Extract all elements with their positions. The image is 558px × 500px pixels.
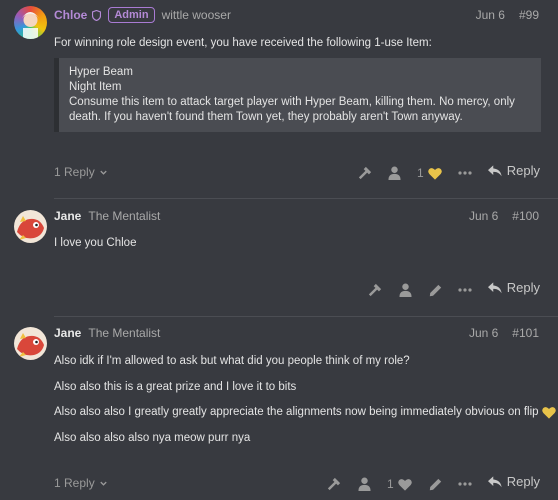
person-icon[interactable]: [385, 164, 403, 182]
person-icon[interactable]: [355, 475, 373, 493]
post-date[interactable]: Jun 6: [476, 8, 505, 22]
quote-item-description: Consume this item to attack target playe…: [69, 96, 515, 123]
post-actions: Reply: [0, 278, 558, 302]
post-number[interactable]: #99: [519, 8, 539, 22]
replies-toggle[interactable]: 1 Reply: [54, 165, 108, 179]
post-meta: Chloe Admin wittle wooser: [54, 5, 231, 25]
post-paragraph: Also idk if I'm allowed to ask but what …: [54, 355, 410, 367]
avatar[interactable]: [14, 327, 47, 360]
post-paragraph: Also also this is a great prize and I lo…: [54, 381, 297, 393]
avatar[interactable]: [14, 210, 47, 243]
hammer-icon[interactable]: [366, 281, 384, 299]
hammer-icon[interactable]: [356, 164, 374, 182]
post-paragraph: Also also also also nya meow purr nya: [54, 432, 251, 444]
pencil-icon[interactable]: [426, 475, 444, 493]
post-paragraph: I love you Chloe: [54, 237, 137, 249]
heart-icon[interactable]: [396, 475, 414, 493]
post-date[interactable]: Jun 6: [469, 209, 498, 223]
post-date-number: Jun 6 #100: [469, 206, 539, 226]
avatar[interactable]: [14, 6, 47, 39]
like-count[interactable]: 1: [387, 477, 394, 491]
ellipsis-icon[interactable]: [456, 281, 474, 299]
post-101: Jane The Mentalist Jun 6 #101 Also idk i…: [0, 317, 558, 500]
username[interactable]: Jane: [54, 326, 81, 340]
heart-icon: [541, 406, 556, 419]
ellipsis-icon[interactable]: [456, 475, 474, 493]
post-number[interactable]: #100: [512, 209, 539, 223]
post-100: Jane The Mentalist Jun 6 #100 I love you…: [0, 200, 558, 317]
post-intro: For winning role design event, you have …: [54, 37, 432, 49]
shield-icon: [92, 9, 102, 21]
user-title: The Mentalist: [88, 209, 161, 223]
post-number[interactable]: #101: [512, 326, 539, 340]
post-meta: Jane The Mentalist: [54, 206, 160, 226]
chevron-down-icon: [99, 479, 108, 488]
hammer-icon[interactable]: [325, 475, 343, 493]
reply-label: Reply: [506, 163, 540, 178]
reply-button[interactable]: Reply: [487, 474, 540, 489]
replies-toggle[interactable]: 1 Reply: [54, 476, 108, 490]
admin-badge[interactable]: Admin: [108, 7, 155, 23]
username[interactable]: Jane: [54, 209, 81, 223]
quote-item-type: Night Item: [69, 81, 122, 93]
post-date[interactable]: Jun 6: [469, 326, 498, 340]
replies-count: 1 Reply: [54, 165, 95, 179]
user-title: wittle wooser: [161, 8, 231, 22]
user-title: The Mentalist: [88, 326, 161, 340]
reply-label: Reply: [506, 474, 540, 489]
reply-button[interactable]: Reply: [487, 280, 540, 295]
post-divider: [54, 198, 558, 199]
replies-count: 1 Reply: [54, 476, 95, 490]
post-paragraph-with-emoji: Also also also I greatly greatly appreci…: [54, 405, 556, 420]
post-99: Chloe Admin wittle wooser Jun 6 #99 For …: [0, 0, 558, 200]
item-quote: Hyper Beam Night Item Consume this item …: [54, 58, 541, 132]
username[interactable]: Chloe: [54, 8, 87, 22]
pencil-icon[interactable]: [426, 281, 444, 299]
post-actions: 1 Reply 1 Reply: [0, 472, 558, 496]
person-icon[interactable]: [396, 281, 414, 299]
quote-item-name: Hyper Beam: [69, 66, 133, 78]
ellipsis-icon[interactable]: [456, 164, 474, 182]
reply-button[interactable]: Reply: [487, 163, 540, 178]
heart-icon[interactable]: [426, 164, 444, 182]
reply-icon: [487, 281, 502, 294]
reply-icon: [487, 164, 502, 177]
like-count[interactable]: 1: [417, 166, 424, 180]
reply-icon: [487, 475, 502, 488]
reply-label: Reply: [506, 280, 540, 295]
post-actions: 1 Reply 1 Reply: [0, 161, 558, 185]
chevron-down-icon: [99, 168, 108, 177]
post-paragraph: Also also also I greatly greatly appreci…: [54, 406, 539, 418]
post-meta: Jane The Mentalist: [54, 323, 160, 343]
post-date-number: Jun 6 #99: [476, 5, 539, 25]
post-date-number: Jun 6 #101: [469, 323, 539, 343]
